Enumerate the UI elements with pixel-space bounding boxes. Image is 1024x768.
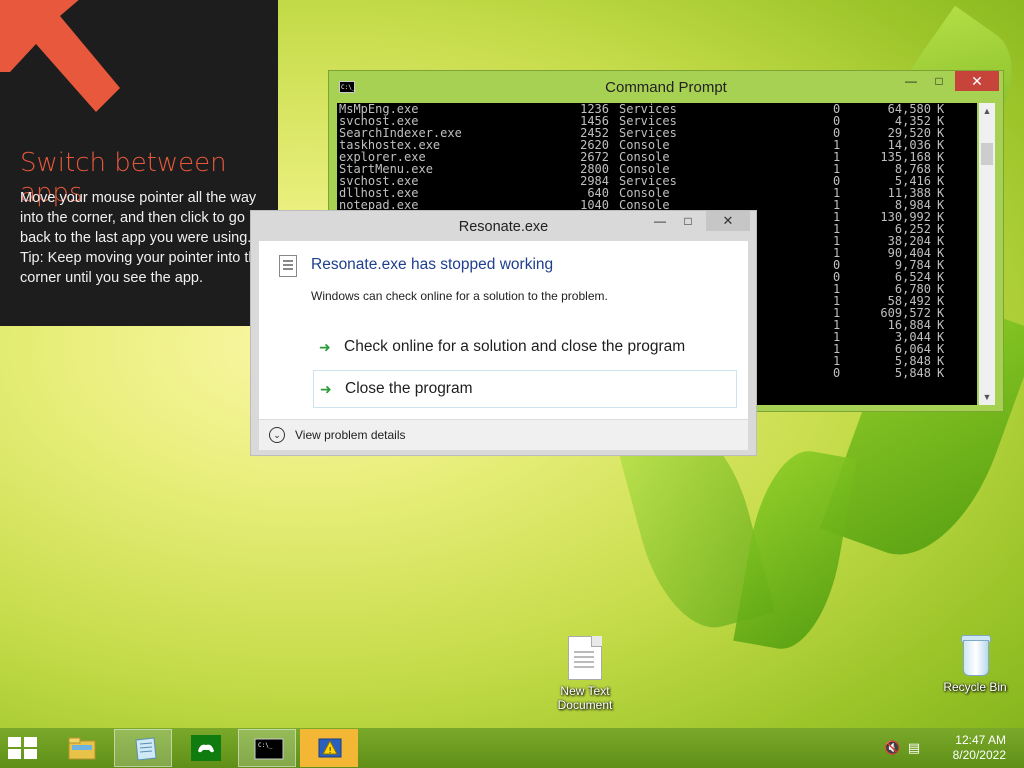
desktop-icon-text-document[interactable]: New Text Document	[548, 636, 622, 712]
close-button[interactable]: ✕	[955, 71, 999, 91]
switch-apps-tip-panel[interactable]: Switch between apps Move your mouse poin…	[0, 0, 278, 326]
dialog-minimize-button[interactable]: —	[646, 211, 674, 231]
dialog-subtext: Windows can check online for a solution …	[311, 289, 608, 303]
cmd-scrollbar[interactable]: ▲ ▼	[979, 103, 995, 405]
text-document-icon	[568, 636, 602, 680]
cmd-cell-num: 0	[833, 366, 841, 380]
svg-text:C:\_: C:\_	[258, 742, 273, 749]
dialog-body: Resonate.exe has stopped working Windows…	[259, 241, 748, 419]
tip-body: Move your mouse pointer all the way into…	[20, 188, 265, 288]
view-details-link[interactable]: View problem details	[295, 428, 406, 442]
cmd-cell-unit: K	[937, 366, 945, 380]
taskbar-notepad[interactable]	[114, 729, 172, 767]
svg-text:!: !	[329, 746, 332, 755]
taskbar: C:\_ ! 🔇 ▤ 12:47 AM 8/20/2022	[0, 728, 1024, 768]
option-label: Check online for a solution and close th…	[344, 338, 686, 355]
dialog-heading: Resonate.exe has stopped working	[311, 256, 554, 273]
program-icon	[279, 255, 297, 277]
clock-date: 8/20/2022	[952, 748, 1006, 762]
speaker-muted-icon[interactable]: 🔇	[884, 740, 900, 756]
maximize-button[interactable]: □	[925, 71, 953, 91]
dialog-close-button[interactable]: ✕	[706, 211, 750, 231]
desktop-icon-recycle-bin[interactable]: Recycle Bin	[940, 632, 1010, 694]
command-prompt-icon: C:\_	[254, 738, 284, 760]
green-arrow-icon: ➜	[320, 381, 332, 397]
dialog-maximize-button[interactable]: □	[674, 211, 702, 231]
notepad-icon	[135, 737, 157, 761]
taskbar-games[interactable]	[176, 729, 234, 767]
green-arrow-icon: ➜	[319, 339, 331, 355]
clock-time: 12:47 AM	[955, 733, 1006, 747]
recycle-bin-icon	[959, 632, 991, 676]
taskbar-file-explorer[interactable]	[52, 729, 110, 767]
minimize-button[interactable]: —	[897, 71, 925, 91]
close-program-option[interactable]: ➜ Close the program	[313, 370, 737, 408]
start-button[interactable]	[8, 737, 38, 759]
dialog-titlebar[interactable]: Resonate.exe — □ ✕	[251, 211, 756, 241]
cmd-titlebar[interactable]: C:\_ Command Prompt — □ ✕	[329, 71, 1003, 103]
clock[interactable]: 12:47 AM 8/20/2022	[953, 733, 1006, 763]
game-controller-icon	[191, 735, 221, 761]
scroll-down-icon[interactable]: ▼	[979, 389, 995, 405]
desktop-icon-label: New Text Document	[557, 684, 613, 712]
desktop-icon-label: Recycle Bin	[943, 680, 1007, 694]
network-icon[interactable]: ▤	[906, 740, 922, 756]
dialog-footer: ⌄ View problem details	[259, 419, 748, 450]
error-dialog[interactable]: Resonate.exe — □ ✕ Resonate.exe has stop…	[250, 210, 757, 456]
system-tray: 🔇 ▤ 12:47 AM 8/20/2022	[884, 728, 1024, 768]
warning-app-icon: !	[318, 738, 342, 758]
option-label: Close the program	[345, 380, 473, 397]
corner-arrow-icon	[0, 0, 120, 112]
tip-body-hint: Tip: Keep moving your pointer into the c…	[20, 250, 265, 286]
folder-icon	[68, 737, 96, 760]
scroll-up-icon[interactable]: ▲	[979, 103, 995, 119]
taskbar-problem-app[interactable]: !	[300, 729, 358, 767]
wallpaper-leaf	[733, 443, 857, 657]
tip-body-text: Move your mouse pointer all the way into…	[20, 190, 257, 246]
cmd-cell-mem: 5,848	[894, 366, 931, 380]
taskbar-command-prompt[interactable]: C:\_	[238, 729, 296, 767]
chevron-down-icon[interactable]: ⌄	[269, 427, 285, 443]
check-online-option[interactable]: ➜ Check online for a solution and close …	[313, 329, 737, 367]
scroll-thumb[interactable]	[981, 143, 993, 165]
